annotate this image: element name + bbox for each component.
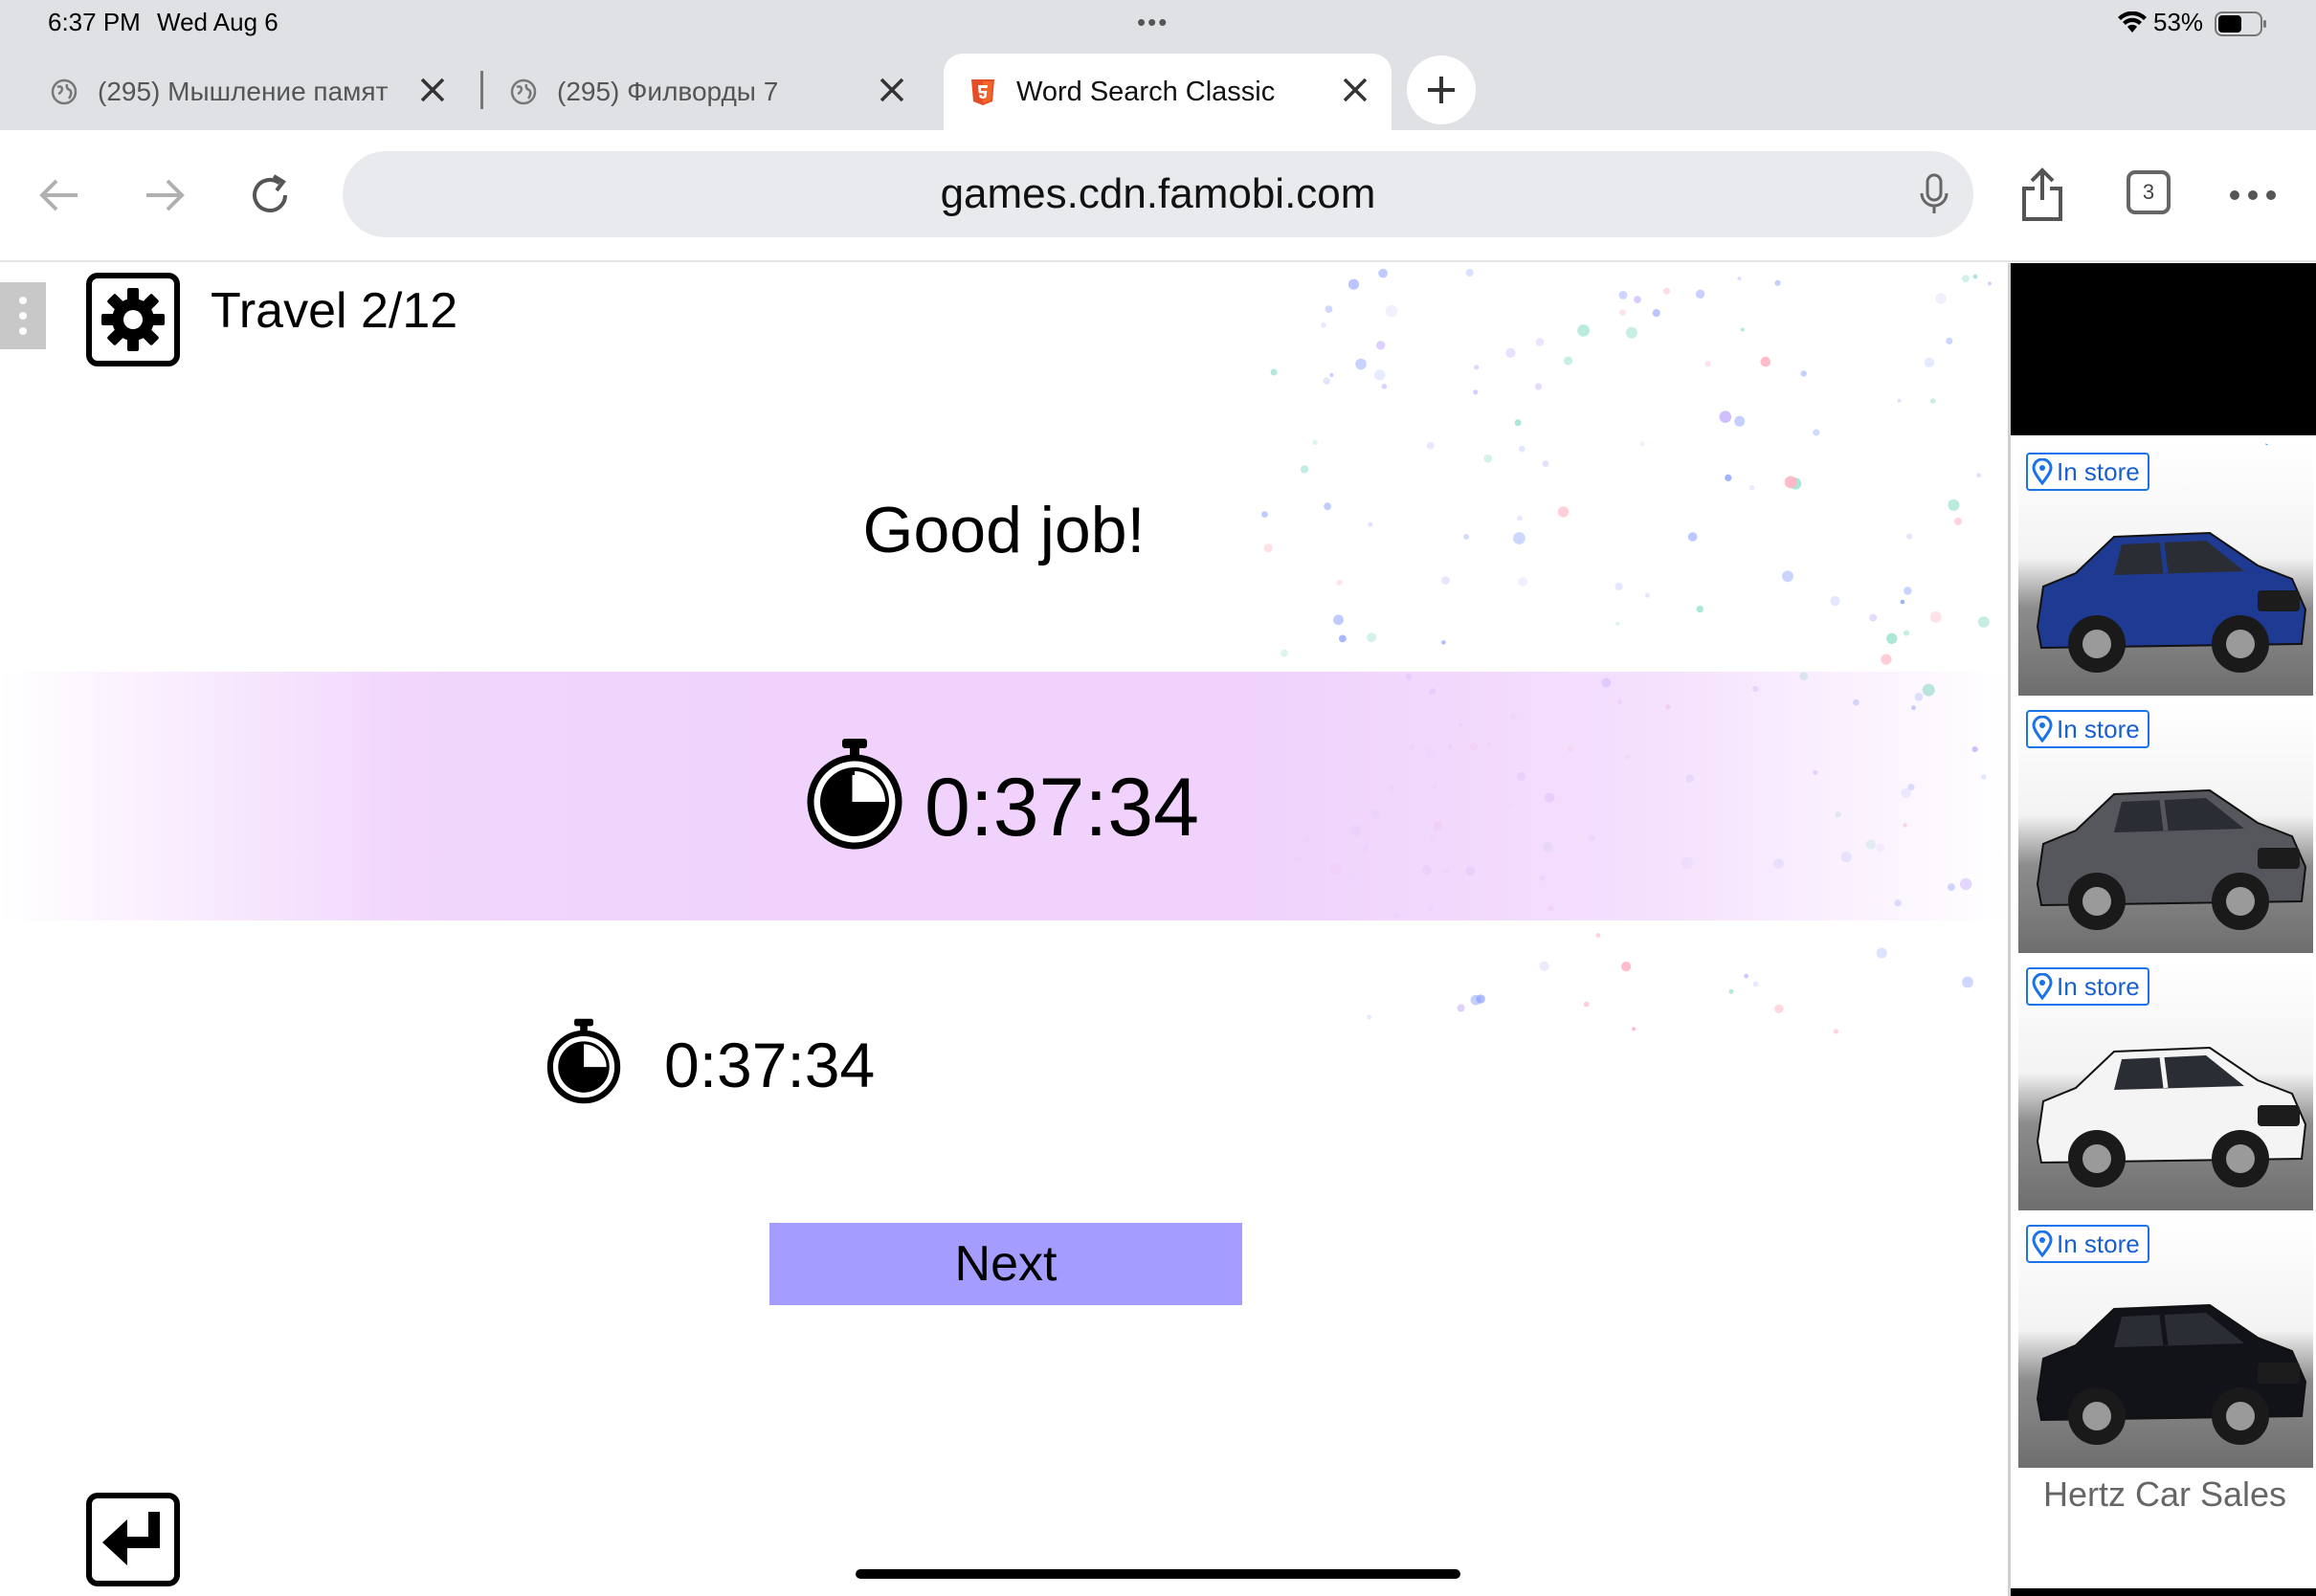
tab-switcher-button[interactable]: 3 xyxy=(2127,170,2171,214)
finish-time: 0:37:34 xyxy=(924,762,1199,853)
battery-icon xyxy=(2215,11,2266,36)
new-tab-button[interactable] xyxy=(1407,55,1476,124)
settings-button[interactable] xyxy=(86,273,180,366)
microphone-icon[interactable] xyxy=(1918,172,1950,216)
gear-icon xyxy=(101,288,165,351)
tab-filvordy[interactable]: (295) Филворды 7 xyxy=(488,54,928,130)
address-bar[interactable]: games.cdn.famobi.com xyxy=(343,151,1973,237)
reload-icon xyxy=(253,174,287,212)
ad-card[interactable]: In store xyxy=(2018,960,2313,1210)
share-icon xyxy=(2022,167,2062,221)
tab-word-search[interactable]: Word Search Classic xyxy=(944,54,1392,130)
back-to-menu-button[interactable] xyxy=(86,1493,180,1586)
tab-title: (295) Мышление памят xyxy=(98,77,389,106)
ad-panel[interactable]: In store In store In store In store Hertz C… xyxy=(2008,263,2316,1596)
ad-card[interactable]: In store xyxy=(2018,445,2313,696)
in-store-label: In store xyxy=(2057,971,2140,1001)
in-store-badge: In store xyxy=(2026,710,2149,748)
forward-button[interactable] xyxy=(134,165,195,226)
tab-title: Word Search Classic xyxy=(1016,76,1276,107)
status-bar: 6:37 PM Wed Aug 6 ••• 53% xyxy=(0,0,2316,48)
arrow-left-icon xyxy=(39,179,78,211)
more-menu-button[interactable] xyxy=(2222,165,2283,226)
back-button[interactable] xyxy=(29,165,90,226)
side-menu-handle[interactable] xyxy=(0,282,46,349)
in-store-badge: In store xyxy=(2026,453,2149,491)
ad-advertiser[interactable]: Hertz Car Sales xyxy=(2011,1474,2316,1515)
next-button[interactable]: Next xyxy=(769,1223,1242,1305)
best-time: 0:37:34 xyxy=(664,1030,876,1100)
ad-video-slot xyxy=(2011,263,2316,435)
browser-toolbar: games.cdn.famobi.com 3 xyxy=(0,130,2316,262)
car-image xyxy=(2036,531,2307,673)
location-pin-icon xyxy=(2032,458,2053,485)
wifi-icon xyxy=(2118,11,2147,33)
car-image xyxy=(2036,1046,2307,1187)
plus-icon xyxy=(1428,77,1455,103)
tab-separator xyxy=(480,71,483,109)
ad-card[interactable]: In store xyxy=(2018,702,2313,953)
game-area[interactable]: Travel 2/12 Good job! 0:37:34 0:37:34 Ne… xyxy=(0,263,2008,1596)
close-icon[interactable] xyxy=(875,73,909,107)
result-headline: Good job! xyxy=(862,494,1146,566)
tab-title: (295) Филворды 7 xyxy=(557,77,779,106)
best-time-stopwatch-icon xyxy=(546,1018,621,1104)
tab-strip: (295) Мышление памят (295) Филворды 7 Wo… xyxy=(0,48,2316,130)
ad-bottom-bar xyxy=(2011,1588,2316,1596)
multitask-dots-icon[interactable]: ••• xyxy=(1137,8,1169,37)
car-image xyxy=(2036,788,2307,930)
more-horizontal-icon xyxy=(2230,190,2276,200)
location-pin-icon xyxy=(2032,1230,2053,1257)
location-pin-icon xyxy=(2032,716,2053,743)
level-label: Travel 2/12 xyxy=(211,283,458,339)
status-time: 6:37 PM xyxy=(48,8,141,36)
in-store-label: In store xyxy=(2057,1229,2140,1258)
arrow-right-icon xyxy=(146,179,185,211)
in-store-badge: In store xyxy=(2026,967,2149,1006)
confetti-sparkles xyxy=(1261,268,1992,1034)
home-indicator[interactable] xyxy=(856,1569,1460,1579)
tab-mysli[interactable]: (295) Мышление памят xyxy=(0,54,469,130)
close-icon[interactable] xyxy=(415,73,450,107)
reload-button[interactable] xyxy=(239,165,301,226)
car-image xyxy=(2036,1303,2307,1445)
return-arrow-icon xyxy=(102,1512,160,1565)
html5-icon xyxy=(971,79,994,105)
ad-card[interactable]: In store xyxy=(2018,1217,2313,1468)
url-text: games.cdn.famobi.com xyxy=(940,170,1376,217)
share-button[interactable] xyxy=(2012,165,2073,226)
in-store-label: In store xyxy=(2057,714,2140,743)
in-store-label: In store xyxy=(2057,456,2140,486)
battery-percent: 53% xyxy=(2153,8,2204,36)
in-store-badge: In store xyxy=(2026,1225,2149,1263)
globe-icon xyxy=(51,78,78,105)
location-pin-icon xyxy=(2032,973,2053,1000)
stopwatch-icon xyxy=(807,739,902,850)
status-date: Wed Aug 6 xyxy=(157,8,278,36)
globe-icon xyxy=(510,78,537,105)
close-icon[interactable] xyxy=(1338,73,1372,107)
